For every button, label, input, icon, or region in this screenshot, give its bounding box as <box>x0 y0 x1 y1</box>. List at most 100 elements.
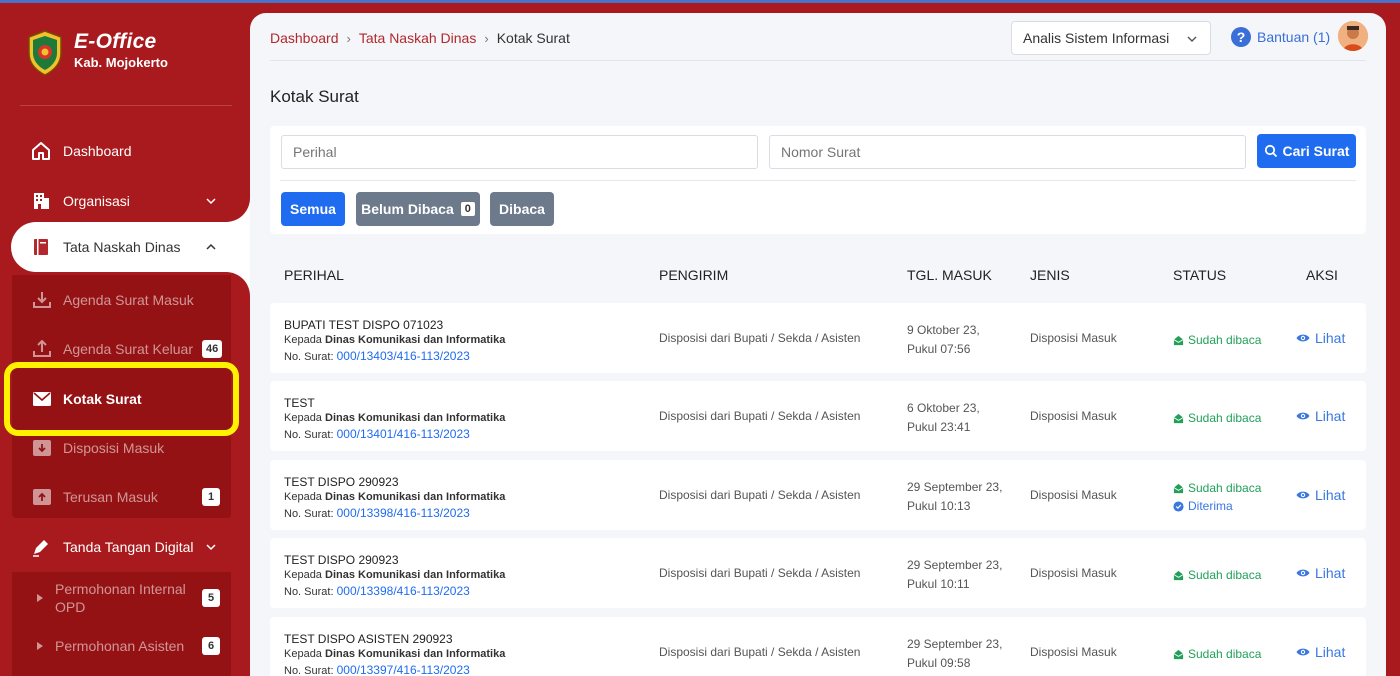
mail-number-link[interactable]: 000/13397/416-113/2023 <box>337 663 470 676</box>
filter-unread-button[interactable]: Belum Dibaca 0 <box>356 192 480 226</box>
upload-tray-icon <box>32 339 52 359</box>
divider <box>20 105 232 106</box>
page-title: Kotak Surat <box>270 87 359 106</box>
sidebar-subitem-agenda-surat-masuk[interactable]: Agenda Surat Masuk <box>12 276 231 324</box>
sidebar-item-tanda-tangan-digital[interactable]: Tanda Tangan Digital <box>0 522 250 572</box>
breadcrumb-link[interactable]: Dashboard <box>270 30 339 46</box>
number-prefix: No. Surat: <box>284 429 334 441</box>
envelope-open-icon <box>1173 483 1184 493</box>
view-button-label: Lihat <box>1315 644 1346 660</box>
count-badge: 46 <box>202 340 223 358</box>
recipient-name: Dinas Komunikasi dan Informatika <box>325 569 506 581</box>
sidebar-subitem-label: Disposisi Masuk <box>63 440 165 456</box>
chevron-down-icon[interactable] <box>204 540 218 554</box>
mail-date-time: Pukul 07:56 <box>907 342 971 356</box>
sidebar-subitem-permohonan-internal-opd[interactable]: Permohonan Internal OPD 5 <box>12 573 231 623</box>
mail-sender: Disposisi dari Bupati / Sekda / Asisten <box>659 488 861 502</box>
top-bar: Dashboard › Tata Naskah Dinas › Kotak Su… <box>270 13 1368 61</box>
mail-number-link[interactable]: 000/13398/416-113/2023 <box>337 506 470 520</box>
column-header-aksi: AKSI <box>1306 267 1338 283</box>
number-prefix: No. Surat: <box>284 665 334 676</box>
mail-number-link[interactable]: 000/13403/416-113/2023 <box>337 349 470 363</box>
perihal-input[interactable] <box>281 135 758 169</box>
table-row[interactable]: TEST DISPO ASISTEN 290923 Kepada Dinas K… <box>270 617 1366 676</box>
brand[interactable]: E-Office Kab. Mojokerto <box>26 29 168 77</box>
recipient-prefix: Kepada <box>284 569 322 581</box>
sidebar-item-organisasi[interactable]: Organisasi <box>0 176 250 226</box>
mail-type: Disposisi Masuk <box>1030 566 1117 580</box>
table-row[interactable]: TEST DISPO 290923 Kepada Dinas Komunikas… <box>270 460 1366 530</box>
building-icon <box>31 191 51 211</box>
mail-date-time: Pukul 10:13 <box>907 499 971 513</box>
status-read-label: Sudah dibaca <box>1188 568 1262 582</box>
role-select[interactable]: Analis Sistem Informasi <box>1011 21 1211 55</box>
breadcrumb: Dashboard › Tata Naskah Dinas › Kotak Su… <box>270 30 570 46</box>
sidebar-subitem-permohonan-asisten[interactable]: Permohonan Asisten 6 <box>12 622 231 670</box>
chevron-right-icon: › <box>346 30 351 46</box>
mail-status: Sudah dibaca Diterima <box>1173 479 1261 515</box>
filter-read-button[interactable]: Dibaca <box>490 192 554 226</box>
envelope-open-icon <box>1173 649 1184 659</box>
pen-icon <box>31 537 51 557</box>
mail-number-link[interactable]: 000/13401/416-113/2023 <box>337 427 470 441</box>
column-header-tgl-masuk: TGL. MASUK <box>907 267 992 283</box>
column-header-pengirim: PENGIRIM <box>659 267 729 283</box>
view-button[interactable]: Lihat <box>1296 565 1345 581</box>
nomor-surat-input[interactable] <box>769 135 1246 169</box>
table-row[interactable]: TEST DISPO 290923 Kepada Dinas Komunikas… <box>270 538 1366 608</box>
mail-recipient: Kepada Dinas Komunikasi dan Informatika <box>284 412 505 424</box>
mail-status: Sudah dibaca <box>1173 566 1261 584</box>
avatar[interactable] <box>1338 21 1368 51</box>
breadcrumb-link[interactable]: Tata Naskah Dinas <box>359 30 477 46</box>
column-header-perihal: PERIHAL <box>284 267 344 283</box>
sidebar-item-tata-naskah-dinas[interactable]: Tata Naskah Dinas <box>0 222 250 272</box>
mail-sender: Disposisi dari Bupati / Sekda / Asisten <box>659 566 861 580</box>
mail-date: 29 September 23, Pukul 10:11 <box>907 556 1002 594</box>
chevron-up-icon[interactable] <box>204 240 218 254</box>
help-button[interactable]: ? Bantuan (1) <box>1231 27 1330 47</box>
annotation-highlight <box>4 362 239 436</box>
mail-number-link[interactable]: 000/13398/416-113/2023 <box>337 584 470 598</box>
count-badge: 5 <box>202 589 220 607</box>
mail-recipient: Kepada Dinas Komunikasi dan Informatika <box>284 648 505 660</box>
mail-number: No. Surat: 000/13403/416-113/2023 <box>284 349 470 363</box>
download-tray-icon <box>32 290 52 310</box>
brand-subtitle: Kab. Mojokerto <box>74 55 168 70</box>
view-button[interactable]: Lihat <box>1296 487 1345 503</box>
chevron-down-icon[interactable] <box>204 194 218 208</box>
mail-subject: TEST <box>284 396 315 410</box>
unread-count-badge: 0 <box>460 202 475 216</box>
mail-status: Sudah dibaca <box>1173 645 1261 663</box>
recipient-prefix: Kepada <box>284 491 322 503</box>
sidebar-item-label: Tanda Tangan Digital <box>63 539 194 555</box>
table-row[interactable]: TEST Kepada Dinas Komunikasi dan Informa… <box>270 381 1366 451</box>
status-read-label: Sudah dibaca <box>1188 411 1262 425</box>
mail-recipient: Kepada Dinas Komunikasi dan Informatika <box>284 334 505 346</box>
column-header-status: STATUS <box>1173 267 1227 283</box>
sidebar-subitem-label: Agenda Surat Masuk <box>63 292 194 308</box>
mail-date-time: Pukul 23:41 <box>907 420 971 434</box>
eye-icon <box>1296 491 1310 499</box>
number-prefix: No. Surat: <box>284 508 334 520</box>
chevron-right-icon <box>32 588 52 608</box>
mail-date: 9 Oktober 23, Pukul 07:56 <box>907 321 980 359</box>
sidebar-item-dashboard[interactable]: Dashboard <box>0 126 250 176</box>
mail-date-time: Pukul 09:58 <box>907 656 971 670</box>
status-read: Sudah dibaca <box>1173 566 1261 584</box>
search-button[interactable]: Cari Surat <box>1257 134 1356 168</box>
sidebar-subitem-terusan-masuk[interactable]: Terusan Masuk 1 <box>12 473 231 521</box>
mail-subject: TEST DISPO ASISTEN 290923 <box>284 632 453 646</box>
mail-date-day: 6 Oktober 23, <box>907 401 980 415</box>
inbox-up-icon <box>32 487 52 507</box>
status-read-label: Sudah dibaca <box>1188 333 1262 347</box>
filter-all-button[interactable]: Semua <box>281 192 345 226</box>
view-button[interactable]: Lihat <box>1296 644 1345 660</box>
view-button[interactable]: Lihat <box>1296 330 1345 346</box>
table-row[interactable]: BUPATI TEST DISPO 071023 Kepada Dinas Ko… <box>270 303 1366 373</box>
mail-number: No. Surat: 000/13401/416-113/2023 <box>284 427 470 441</box>
main-content: Dashboard › Tata Naskah Dinas › Kotak Su… <box>250 13 1386 676</box>
view-button[interactable]: Lihat <box>1296 408 1345 424</box>
search-button-label: Cari Surat <box>1282 143 1350 159</box>
mail-sender: Disposisi dari Bupati / Sekda / Asisten <box>659 409 861 423</box>
envelope-open-icon <box>1173 335 1184 345</box>
